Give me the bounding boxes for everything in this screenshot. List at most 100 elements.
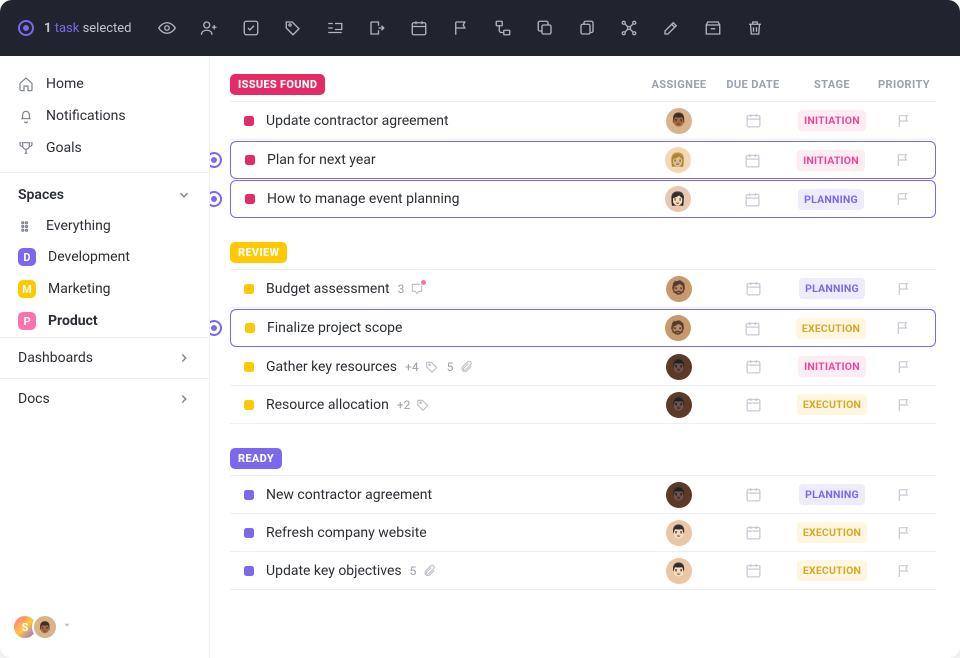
user-avatars[interactable]: S 👨🏾: [18, 614, 58, 640]
archive-icon[interactable]: [704, 19, 722, 37]
task-row[interactable]: Budget assessment3🧔🏽PLANNING: [230, 270, 936, 308]
priority-cell[interactable]: [872, 563, 936, 579]
assignee-cell[interactable]: 👨🏾: [644, 108, 714, 134]
due-date-cell[interactable]: [714, 358, 792, 375]
stage-cell[interactable]: EXECUTION: [792, 560, 872, 581]
copy-icon[interactable]: [536, 19, 554, 37]
status-pill[interactable]: READY: [230, 448, 282, 469]
sidebar-item-notifications[interactable]: Notifications: [0, 100, 209, 132]
assignee-cell[interactable]: 🧔🏽: [644, 276, 714, 302]
priority-cell[interactable]: [871, 152, 935, 168]
assignee-cell[interactable]: 👩🏻: [643, 186, 713, 212]
subtask-icon[interactable]: [494, 19, 512, 37]
tag-icon[interactable]: [284, 19, 302, 37]
assignee-cell[interactable]: 👨🏿: [644, 392, 714, 418]
task-row[interactable]: Plan for next year👩🏼INITIATION: [230, 141, 936, 179]
priority-cell[interactable]: [872, 359, 936, 375]
sidebar-item-goals[interactable]: Goals: [0, 132, 209, 164]
user-plus-icon[interactable]: [200, 19, 218, 37]
checklist-icon[interactable]: [242, 19, 260, 37]
due-date-cell[interactable]: [713, 191, 791, 208]
task-row[interactable]: New contractor agreement👨🏿PLANNING: [230, 476, 936, 514]
trash-icon[interactable]: [746, 19, 764, 37]
sidebar-item-home[interactable]: Home: [0, 68, 209, 100]
stage-cell[interactable]: INITIATION: [792, 110, 872, 131]
status-square-icon[interactable]: [244, 490, 254, 500]
move-out-icon[interactable]: [368, 19, 386, 37]
flag-icon[interactable]: [452, 19, 470, 37]
task-row[interactable]: Gather key resources+45👨🏿INITIATION: [230, 348, 936, 386]
due-date-cell[interactable]: [714, 280, 792, 297]
trophy-icon: [18, 140, 34, 156]
priority-cell[interactable]: [872, 525, 936, 541]
sidebar-item-everything[interactable]: Everything: [0, 211, 209, 241]
task-row[interactable]: Resource allocation+2👨🏿EXECUTION: [230, 386, 936, 424]
selection-radio-icon[interactable]: [210, 191, 222, 207]
space-item-development[interactable]: DDevelopment: [0, 241, 209, 273]
stage-cell[interactable]: PLANNING: [792, 278, 872, 299]
due-date-cell[interactable]: [713, 152, 791, 169]
status-square-icon[interactable]: [244, 400, 254, 410]
assignee-cell[interactable]: 👨🏻: [644, 558, 714, 584]
status-square-icon[interactable]: [244, 362, 254, 372]
status-square-icon[interactable]: [245, 194, 255, 204]
duplicate-icon[interactable]: [578, 19, 596, 37]
status-pill[interactable]: REVIEW: [230, 242, 287, 263]
due-date-cell[interactable]: [714, 486, 792, 503]
task-title: How to manage event planning: [267, 191, 459, 207]
stage-cell[interactable]: PLANNING: [791, 189, 871, 210]
status-square-icon[interactable]: [244, 284, 254, 294]
assignee-cell[interactable]: 👨🏻: [644, 520, 714, 546]
assignee-cell[interactable]: 🧔🏽: [643, 315, 713, 341]
priority-cell[interactable]: [871, 191, 935, 207]
caret-down-icon[interactable]: [62, 620, 76, 634]
due-date-cell[interactable]: [714, 112, 792, 129]
indent-icon[interactable]: [326, 19, 344, 37]
task-row[interactable]: Update key objectives5👨🏻EXECUTION: [230, 552, 936, 590]
stage-cell[interactable]: EXECUTION: [791, 318, 871, 339]
task-row[interactable]: Finalize project scope🧔🏽EXECUTION: [230, 309, 936, 347]
sidebar-section-dashboards[interactable]: Dashboards: [0, 337, 209, 378]
status-square-icon[interactable]: [244, 528, 254, 538]
stage-cell[interactable]: EXECUTION: [792, 522, 872, 543]
assignee-cell[interactable]: 👨🏿: [644, 354, 714, 380]
due-date-cell[interactable]: [714, 396, 792, 413]
status-square-icon[interactable]: [245, 323, 255, 333]
space-item-product[interactable]: PProduct: [0, 305, 209, 337]
stage-cell[interactable]: INITIATION: [792, 356, 872, 377]
task-title: Refresh company website: [266, 525, 427, 541]
sidebar-item-label: Notifications: [46, 108, 126, 124]
sidebar-section-docs[interactable]: Docs: [0, 378, 209, 419]
priority-cell[interactable]: [872, 113, 936, 129]
stage-cell[interactable]: INITIATION: [791, 150, 871, 171]
assignee-cell[interactable]: 👨🏿: [644, 482, 714, 508]
status-square-icon[interactable]: [244, 566, 254, 576]
status-pill[interactable]: ISSUES FOUND: [230, 74, 325, 95]
stage-cell[interactable]: PLANNING: [792, 484, 872, 505]
task-list: Budget assessment3🧔🏽PLANNINGFinalize pro…: [230, 269, 936, 424]
task-row[interactable]: How to manage event planning 👩🏻 PLANNING: [230, 180, 936, 218]
calendar-icon[interactable]: [410, 19, 428, 37]
status-square-icon[interactable]: [245, 155, 255, 165]
status-square-icon[interactable]: [244, 116, 254, 126]
due-date-cell[interactable]: [714, 562, 792, 579]
stage-cell[interactable]: EXECUTION: [792, 394, 872, 415]
section-label: Dashboards: [18, 350, 93, 366]
selection-radio-icon[interactable]: [210, 152, 222, 168]
task-row[interactable]: Refresh company website 👨🏻 EXECUTION: [230, 514, 936, 552]
eye-icon[interactable]: [158, 19, 176, 37]
priority-cell[interactable]: [872, 487, 936, 503]
edit-icon[interactable]: [662, 19, 680, 37]
task-row[interactable]: Update contractor agreement👨🏾INITIATION: [230, 102, 936, 140]
assignee-cell[interactable]: 👩🏼: [643, 147, 713, 173]
selection-radio-icon[interactable]: [210, 320, 222, 336]
priority-cell[interactable]: [872, 281, 936, 297]
due-date-cell[interactable]: [713, 320, 791, 337]
spaces-header[interactable]: Spaces: [0, 172, 209, 211]
priority-cell[interactable]: [872, 397, 936, 413]
col-stage: STAGE: [792, 78, 872, 91]
due-date-cell[interactable]: [714, 524, 792, 541]
priority-cell[interactable]: [871, 320, 935, 336]
space-item-marketing[interactable]: MMarketing: [0, 273, 209, 305]
dependency-icon[interactable]: [620, 19, 638, 37]
